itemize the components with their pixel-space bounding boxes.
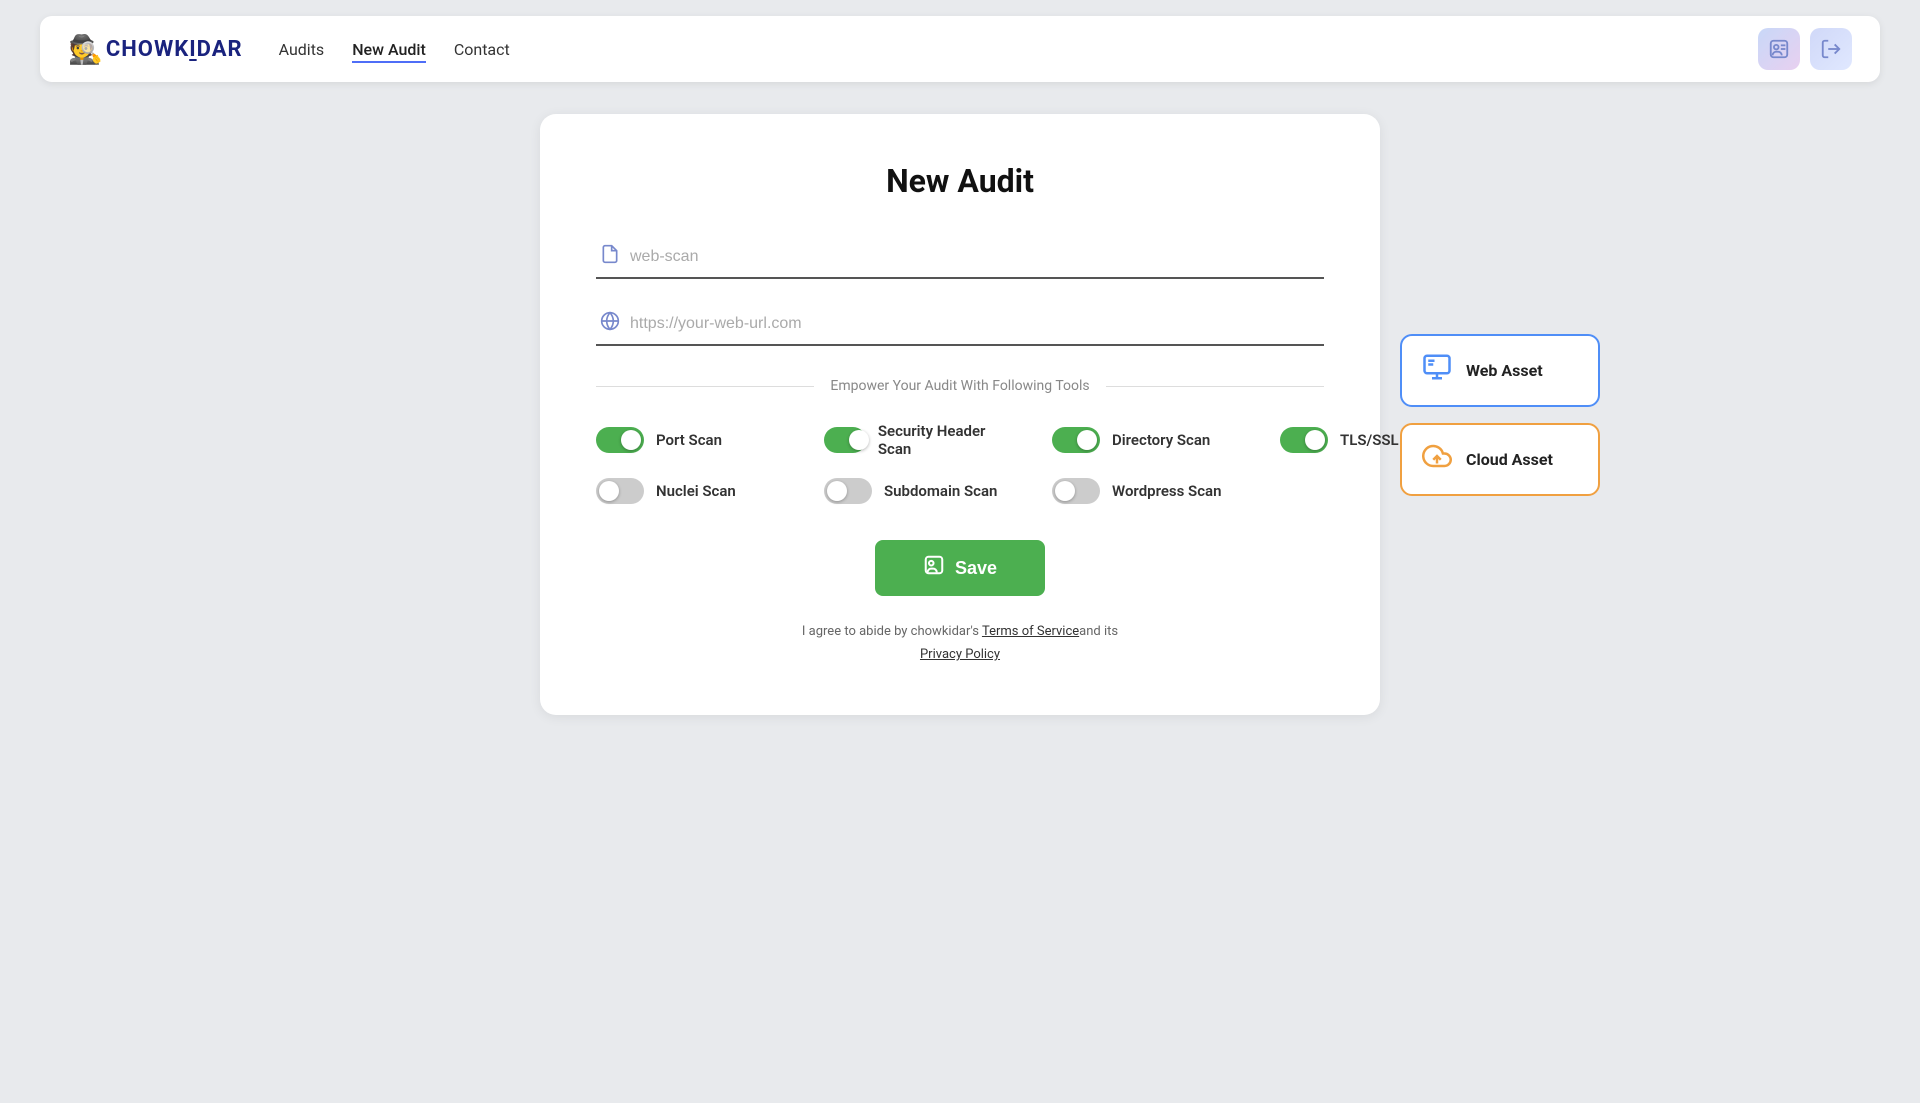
navbar: 🕵 CHOWKIDAR Audits New Audit Contact [40, 16, 1880, 82]
web-asset-card[interactable]: Web Asset [1400, 334, 1600, 407]
url-icon [600, 311, 620, 336]
divider-line-left [596, 386, 814, 387]
cloud-asset-label: Cloud Asset [1466, 450, 1553, 469]
audit-url-input[interactable] [630, 315, 1324, 333]
profile-button[interactable] [1758, 28, 1800, 70]
toggle-wordpress-scan: Wordpress Scan [1052, 478, 1232, 504]
toggle-security-header: Security Header Scan [824, 422, 1004, 458]
toggle-row-2: Nuclei Scan Subdomain Scan [596, 478, 1324, 504]
url-input-group [596, 303, 1324, 346]
main-card: New Audit [540, 114, 1380, 715]
logo[interactable]: 🕵 CHOWKIDAR [68, 33, 243, 66]
logo-text: CHOWKIDAR [106, 37, 243, 62]
toggle-directory-scan: Directory Scan [1052, 427, 1232, 453]
toggle-nuclei-scan-label: Nuclei Scan [656, 482, 736, 500]
nav-links: Audits New Audit Contact [279, 36, 510, 63]
privacy-policy-link[interactable]: Privacy Policy [920, 647, 1000, 662]
audit-name-input[interactable] [630, 248, 1324, 266]
toggle-port-scan-label: Port Scan [656, 431, 722, 449]
toggle-security-header-switch[interactable] [824, 427, 866, 453]
page-title: New Audit [596, 162, 1324, 200]
toggle-nuclei-scan: Nuclei Scan [596, 478, 776, 504]
cloud-asset-card[interactable]: Cloud Asset [1400, 423, 1600, 496]
toggle-directory-scan-label: Directory Scan [1112, 431, 1210, 449]
toggle-subdomain-scan-label: Subdomain Scan [884, 482, 997, 500]
card-wrapper: New Audit [540, 114, 1380, 715]
page-content: New Audit [0, 98, 1920, 715]
nav-audits[interactable]: Audits [279, 36, 325, 63]
navbar-right [1758, 28, 1852, 70]
toggle-directory-scan-switch[interactable] [1052, 427, 1100, 453]
logo-icon: 🕵 [68, 33, 104, 66]
name-input-group [596, 236, 1324, 279]
toggle-security-header-label: Security Header Scan [878, 422, 1004, 458]
asset-cards: Web Asset Cloud Asset [1400, 334, 1600, 496]
toggle-subdomain-scan-switch[interactable] [824, 478, 872, 504]
legal-middle: and its [1079, 624, 1118, 639]
cloud-asset-icon [1422, 441, 1452, 478]
legal-before: I agree to abide by chowkidar's [802, 624, 982, 639]
toggle-wordpress-scan-switch[interactable] [1052, 478, 1100, 504]
web-asset-icon [1422, 352, 1452, 389]
nav-new-audit[interactable]: New Audit [352, 36, 426, 63]
name-icon [600, 244, 620, 269]
toggles-grid: Port Scan Security Header Scan [596, 422, 1324, 504]
save-icon [923, 554, 945, 582]
toggle-row-1: Port Scan Security Header Scan [596, 422, 1324, 458]
logout-button[interactable] [1810, 28, 1852, 70]
save-button[interactable]: Save [875, 540, 1045, 596]
save-button-wrapper: Save [596, 540, 1324, 596]
web-asset-label: Web Asset [1466, 361, 1543, 380]
toggle-port-scan-switch[interactable] [596, 427, 644, 453]
legal-text: I agree to abide by chowkidar's Terms of… [596, 620, 1324, 667]
divider-line-right [1106, 386, 1324, 387]
tools-divider: Empower Your Audit With Following Tools [596, 378, 1324, 394]
nav-contact[interactable]: Contact [454, 36, 510, 63]
terms-of-service-link[interactable]: Terms of Service [982, 624, 1079, 639]
toggle-tls-ssl-switch[interactable] [1280, 427, 1328, 453]
toggle-subdomain-scan: Subdomain Scan [824, 478, 1004, 504]
toggle-port-scan: Port Scan [596, 427, 776, 453]
save-label: Save [955, 558, 997, 579]
toggle-wordpress-scan-label: Wordpress Scan [1112, 482, 1221, 500]
navbar-left: 🕵 CHOWKIDAR Audits New Audit Contact [68, 33, 510, 66]
toggle-nuclei-scan-switch[interactable] [596, 478, 644, 504]
tools-label: Empower Your Audit With Following Tools [830, 378, 1089, 394]
